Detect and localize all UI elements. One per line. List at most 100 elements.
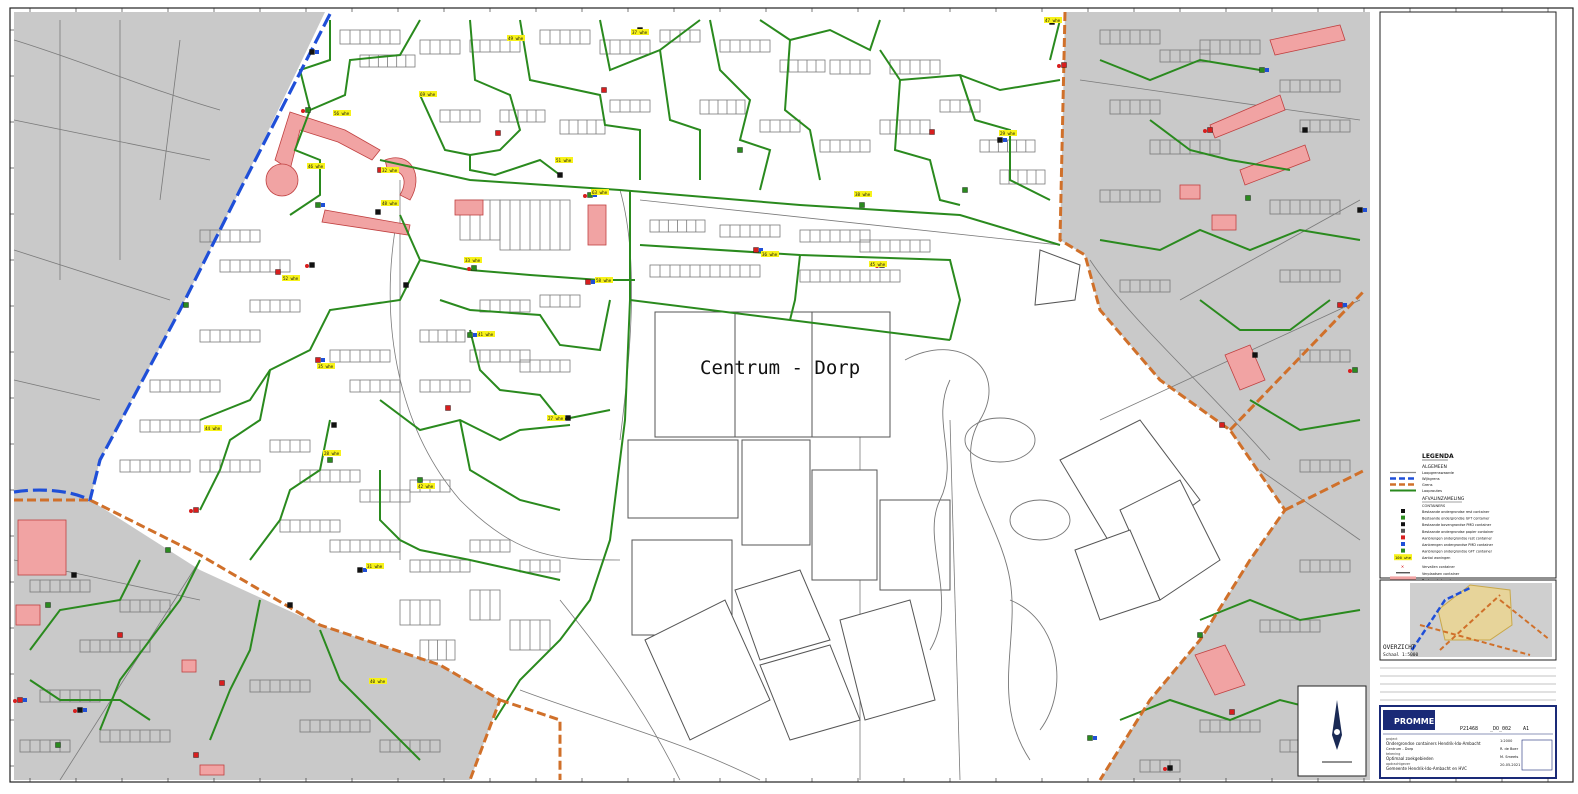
svg-text:46 whe: 46 whe: [308, 164, 324, 169]
legend-section-general: ALGEMEEN: [1422, 464, 1447, 470]
container-marker[interactable]: [1302, 127, 1308, 133]
title-block: PROMMENZ P21468 _DO_002 A1 project Onder…: [1379, 705, 1557, 779]
container-marker[interactable]: [275, 269, 281, 275]
container-marker[interactable]: [495, 130, 501, 136]
svg-text:69 whe: 69 whe: [420, 92, 436, 97]
container-marker[interactable]: [737, 147, 743, 153]
container-marker[interactable]: [357, 567, 368, 573]
district-title: Centrum - Dorp: [700, 357, 861, 379]
svg-text:31 whe: 31 whe: [367, 564, 383, 569]
unit-count-label: 29 whe: [999, 130, 1017, 136]
container-marker[interactable]: [219, 680, 225, 686]
ov-scale: Schaal 1:5000: [1383, 652, 1419, 658]
tb-checked: M. Smeets: [1500, 755, 1519, 759]
unit-count-label: 38 whe: [854, 191, 872, 197]
container-marker[interactable]: [1337, 302, 1348, 308]
container-marker[interactable]: [331, 422, 337, 428]
unit-count-label: 46 whe: [307, 163, 325, 169]
legend-item: Bestaande bovengrondse PMD container: [1422, 523, 1492, 527]
unit-count-label: 52 whe: [282, 275, 300, 281]
container-marker[interactable]: [1357, 207, 1368, 213]
svg-text:27 whe: 27 whe: [548, 416, 564, 421]
container-marker[interactable]: [585, 279, 596, 285]
container-marker[interactable]: [1229, 709, 1235, 715]
unit-count-label: 35 whe: [317, 363, 335, 369]
container-marker[interactable]: [1197, 632, 1203, 638]
tb-company: PROMMENZ: [1394, 717, 1447, 726]
svg-text:47 whe: 47 whe: [1045, 18, 1061, 23]
container-marker[interactable]: [309, 49, 320, 55]
container-marker[interactable]: [183, 302, 189, 308]
container-marker[interactable]: [45, 602, 51, 608]
unit-count-label: 69 whe: [419, 91, 437, 97]
container-marker[interactable]: [962, 187, 968, 193]
ov-label: OVERZICHT: [1383, 644, 1416, 651]
svg-text:33 whe: 33 whe: [465, 258, 481, 263]
tb-subtitle: Centrum - Dorp: [1386, 747, 1414, 751]
legend-item: Looproutes: [1422, 489, 1442, 493]
unit-count-label: 45 whe: [869, 261, 887, 267]
unit-count-label: 28 whe: [323, 450, 341, 456]
tb-scale: 1:2000: [1500, 739, 1512, 743]
container-marker[interactable]: [55, 742, 61, 748]
svg-text:49 whe: 49 whe: [508, 36, 524, 41]
legend-item: Grens: [1422, 483, 1433, 487]
tb-date: 20-05-2021: [1500, 763, 1520, 767]
legend-item: Aanbrengen ondergrondse PMD container: [1422, 543, 1494, 547]
container-marker[interactable]: [327, 457, 333, 463]
container-marker[interactable]: [375, 209, 381, 215]
legend-count-badge: 100 whe: [1395, 555, 1412, 560]
container-marker[interactable]: [403, 282, 409, 288]
unit-count-label: 42 whe: [417, 483, 435, 489]
svg-text:28 whe: 28 whe: [324, 451, 340, 456]
svg-text:40 whe: 40 whe: [370, 679, 386, 684]
container-marker[interactable]: [1259, 67, 1270, 73]
north-arrow: [1297, 685, 1367, 777]
tb-drawing: Optimaal zoekgebieden: [1386, 756, 1434, 761]
svg-text:36 whe: 36 whe: [762, 252, 778, 257]
unit-count-label: 49 whe: [507, 35, 525, 41]
container-marker[interactable]: [417, 477, 423, 483]
container-marker[interactable]: [315, 357, 326, 363]
svg-text:58 whe: 58 whe: [596, 278, 612, 283]
svg-text:35 whe: 35 whe: [318, 364, 334, 369]
container-marker[interactable]: [445, 405, 451, 411]
unit-count-label: 51 whe: [555, 157, 573, 163]
container-marker[interactable]: [467, 332, 478, 338]
svg-text:42 whe: 42 whe: [418, 484, 434, 489]
container-marker[interactable]: [557, 172, 563, 178]
tb-code: _DO_002: [1490, 726, 1511, 732]
container-marker[interactable]: [287, 602, 293, 608]
container-marker[interactable]: [165, 547, 171, 553]
legend-item: Bestaande ondergrondse papier container: [1422, 530, 1494, 534]
container-marker[interactable]: [859, 202, 865, 208]
container-marker[interactable]: [1219, 422, 1225, 428]
unit-count-label: 47 whe: [1044, 17, 1062, 23]
container-marker[interactable]: [71, 572, 77, 578]
unit-count-label: 41 whe: [477, 331, 495, 337]
container-marker[interactable]: [1245, 195, 1251, 201]
legend-section-waste: AFVALINZAMELING: [1422, 496, 1465, 502]
svg-text:56 whe: 56 whe: [334, 111, 350, 116]
unit-count-label: 27 whe: [547, 415, 565, 421]
unit-count-label: 37 whe: [631, 29, 649, 35]
legend-item: Aantal woningen: [1422, 556, 1450, 560]
svg-text:41 whe: 41 whe: [478, 332, 494, 337]
legend-item: Aanbrengen ondergrondse GFT container: [1422, 550, 1493, 554]
container-marker[interactable]: [315, 202, 326, 208]
container-marker[interactable]: [117, 632, 123, 638]
container-marker[interactable]: [601, 87, 607, 93]
container-marker[interactable]: [565, 415, 571, 421]
legend-item: Aanbrengen ondergrondse rest container: [1422, 536, 1493, 540]
map-canvas[interactable]: 69 whe 56 whe 46 whe 32 whe 48 whe 52 whe 35 w…: [0, 0, 1578, 790]
unit-count-label: 40 whe: [369, 678, 387, 684]
container-marker[interactable]: [1252, 352, 1258, 358]
svg-text:45 whe: 45 whe: [870, 262, 886, 267]
unit-count-label: 58 whe: [595, 277, 613, 283]
container-marker[interactable]: [929, 129, 935, 135]
unit-count-label: 48 whe: [381, 200, 399, 206]
unit-count-label: 32 whe: [381, 167, 399, 173]
container-marker[interactable]: [193, 752, 199, 758]
container-marker[interactable]: [1087, 735, 1098, 741]
container-marker[interactable]: [997, 137, 1008, 143]
